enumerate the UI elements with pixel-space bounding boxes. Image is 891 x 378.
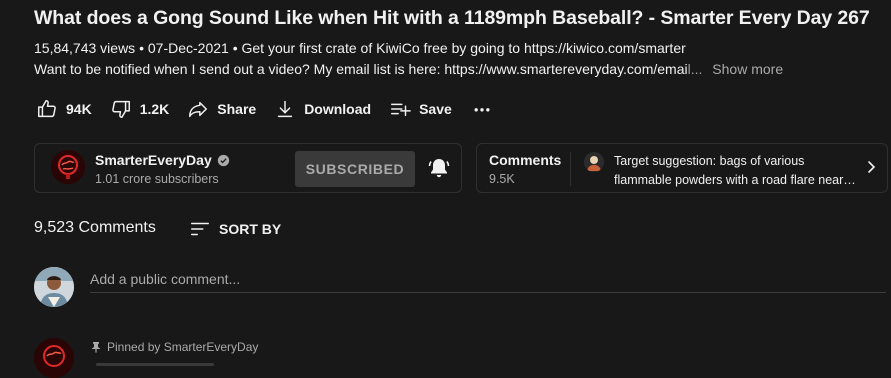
description-line-2[interactable]: Want to be notified when I send out a vi…: [34, 61, 783, 77]
save-button[interactable]: Save: [389, 98, 452, 120]
description-text-2: Want to be notified when I send out a vi…: [34, 61, 688, 77]
like-icon: [38, 100, 56, 118]
video-title: What does a Gong Sound Like when Hit wit…: [34, 7, 870, 29]
pinned-label: Pinned by SmarterEveryDay: [90, 340, 258, 354]
share-icon: [189, 101, 208, 118]
show-more-link[interactable]: Show more: [712, 61, 783, 77]
brain-logo-icon: [34, 338, 74, 378]
description-line-1[interactable]: 15,84,743 views • 07-Dec-2021 • Get your…: [34, 40, 686, 56]
download-button[interactable]: Download: [274, 98, 371, 120]
download-icon: [278, 100, 293, 118]
dislike-button[interactable]: 1.2K: [110, 98, 170, 120]
dislike-count: 1.2K: [139, 101, 170, 117]
subscriber-count: 1.01 crore subscribers: [95, 172, 219, 186]
pinned-comment-avatar[interactable]: [34, 338, 74, 378]
action-bar: 94K 1.2K Share Download Save: [36, 96, 494, 122]
divider: [570, 152, 571, 186]
chevron-right-icon[interactable]: [863, 159, 879, 175]
channel-name-row[interactable]: SmarterEveryDay: [95, 152, 230, 168]
sort-by-button[interactable]: SORT BY: [189, 218, 281, 240]
bell-icon[interactable]: [427, 156, 451, 180]
pin-icon: [92, 342, 100, 353]
pinned-by-text: Pinned by SmarterEveryDay: [107, 340, 259, 354]
verified-icon: [217, 154, 229, 166]
share-button[interactable]: Share: [187, 98, 256, 120]
save-label: Save: [419, 101, 452, 117]
user-avatar-image: [34, 267, 74, 307]
brain-logo-icon: [51, 150, 85, 184]
sort-icon: [191, 222, 209, 236]
channel-avatar[interactable]: [51, 150, 85, 184]
save-playlist-icon: [391, 103, 411, 117]
channel-name[interactable]: SmarterEveryDay: [95, 152, 212, 168]
comments-card-title: Comments: [489, 152, 562, 168]
view-count: 15,84,743 views: [34, 40, 136, 56]
like-count: 94K: [66, 101, 92, 117]
comment-preview-line-1: Target suggestion: bags of various: [614, 154, 805, 168]
publish-date: 07-Dec-2021: [147, 40, 229, 56]
like-button[interactable]: 94K: [36, 98, 92, 120]
commenter-avatar-icon: [584, 152, 604, 172]
comments-card-count: 9.5K: [489, 172, 515, 186]
subscribe-button[interactable]: SUBSCRIBED: [295, 151, 415, 187]
download-label: Download: [304, 101, 372, 117]
add-comment-input[interactable]: [90, 266, 886, 293]
sort-by-label: SORT BY: [219, 221, 282, 237]
more-actions-button[interactable]: [470, 97, 494, 121]
user-avatar[interactable]: [34, 267, 74, 307]
comment-preview-line-2: flammable powders with a road flare near…: [614, 173, 859, 187]
description-fade: l...: [687, 61, 703, 77]
share-label: Share: [217, 101, 257, 117]
comments-preview-card[interactable]: Comments 9.5K Target suggestion: bags of…: [476, 143, 888, 193]
commenter-avatar: [584, 152, 604, 172]
comments-count: 9,523 Comments: [34, 219, 156, 236]
dislike-icon: [111, 100, 130, 118]
more-icon: [474, 108, 490, 112]
comment-preview-text: Target suggestion: bags of various flamm…: [614, 152, 859, 190]
channel-card: SmarterEveryDay 1.01 crore subscribers S…: [34, 143, 462, 193]
description-text-1: Get your first crate of KiwiCo free by g…: [241, 40, 686, 56]
